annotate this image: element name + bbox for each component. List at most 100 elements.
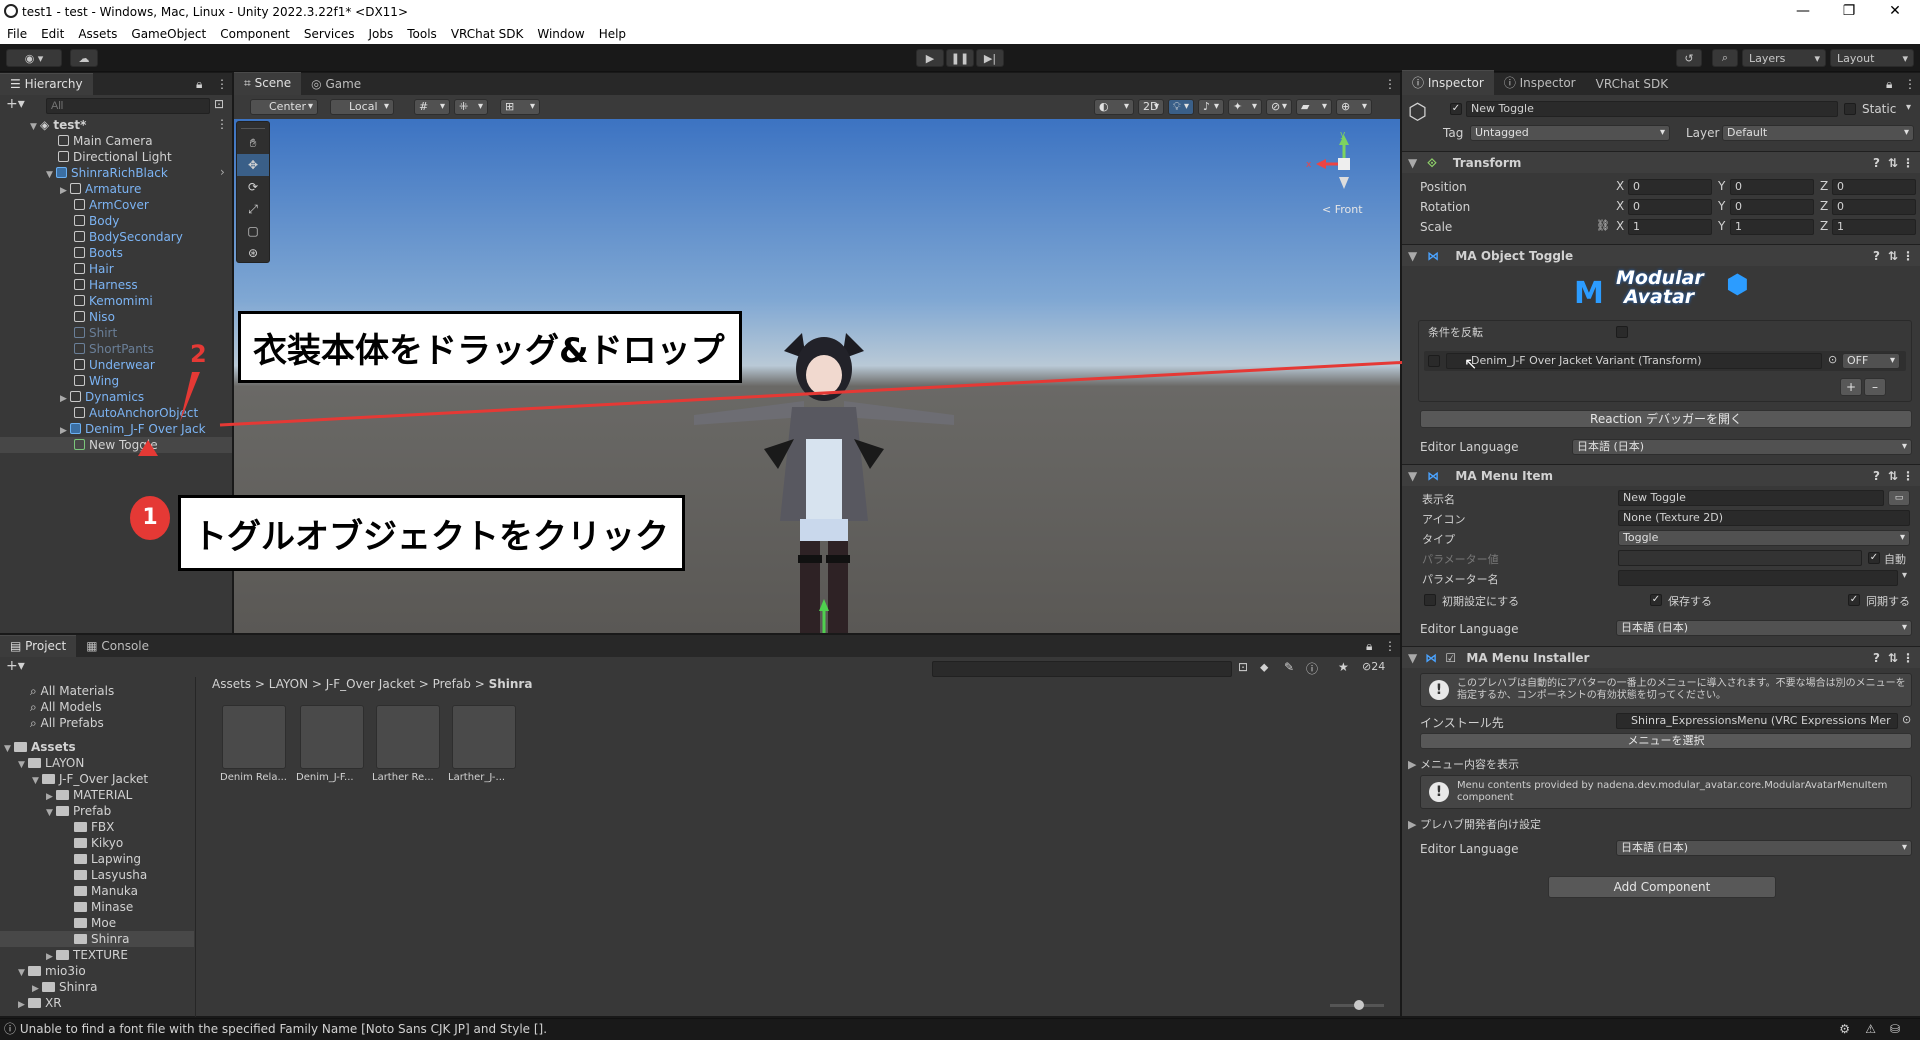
select-menu-button[interactable]: メニューを選択 — [1420, 733, 1912, 749]
layer-dropdown[interactable]: Default — [1722, 125, 1914, 141]
project-search-input[interactable] — [932, 661, 1232, 677]
tree-item[interactable]: ▶ MATERIAL — [46, 787, 132, 803]
breadcrumb-item[interactable]: J-F_Over Jacket — [326, 677, 415, 691]
rotation-y-field[interactable]: 0 — [1730, 199, 1814, 215]
link-scale-icon[interactable]: ⛓ — [1596, 219, 1610, 232]
synced-checkbox[interactable]: ✓ — [1848, 594, 1860, 606]
create-asset-button[interactable]: +▾ — [6, 658, 25, 674]
tree-item[interactable]: ▶ XR — [18, 995, 62, 1011]
tag-icon[interactable]: ✎ — [1284, 660, 1294, 674]
tree-item[interactable]: Kikyo — [74, 835, 123, 851]
tree-item[interactable]: ▶ TEXTURE — [46, 947, 128, 963]
rotation-x-field[interactable]: 0 — [1628, 199, 1712, 215]
search-by-type-icon[interactable]: ⊡ — [1238, 660, 1248, 674]
param-name-field[interactable] — [1618, 570, 1898, 586]
preset-icon[interactable]: ⇅ — [1888, 465, 1898, 487]
editor-language-dropdown[interactable]: 日本語 (日本) — [1572, 439, 1912, 455]
tab-project[interactable]: ▤ Project — [0, 635, 77, 657]
tree-item[interactable]: Lasyusha — [74, 867, 147, 883]
help-icon[interactable]: ? — [1873, 245, 1880, 267]
tree-item-selected[interactable]: Shinra — [0, 931, 194, 947]
object-picker-icon[interactable]: ⊙ — [1828, 353, 1837, 366]
tree-item[interactable]: Minase — [74, 899, 133, 915]
icon-field[interactable]: None (Texture 2D) — [1618, 510, 1910, 526]
object-name-field[interactable]: New Toggle — [1466, 101, 1838, 117]
object-picker-icon[interactable]: ⊙ — [1902, 713, 1911, 726]
auto-generate-lighting-icon[interactable]: ⚙ — [1839, 1019, 1850, 1039]
saved-checkbox[interactable]: ✓ — [1650, 594, 1662, 606]
scale-y-field[interactable]: 1 — [1730, 219, 1814, 235]
tree-item[interactable]: Moe — [74, 915, 116, 931]
toggle-entry-object-field[interactable]: Denim_J-F Over Jacket Variant (Transform… — [1446, 353, 1822, 369]
status-message[interactable]: Unable to find a font file with the spec… — [20, 1022, 547, 1036]
scale-z-field[interactable]: 1 — [1832, 219, 1916, 235]
rotation-z-field[interactable]: 0 — [1832, 199, 1916, 215]
more-icon[interactable]: ⋮ — [1904, 77, 1916, 91]
menu-item-header[interactable]: ▼ ⋈ MA Menu Item ? ⇅ ⋮ — [1402, 464, 1920, 486]
tree-item[interactable]: ▼ mio3io — [18, 963, 86, 979]
preset-icon[interactable]: ⇅ — [1888, 647, 1898, 669]
component-menu-icon[interactable]: ⋮ — [1902, 245, 1914, 267]
static-checkbox[interactable] — [1844, 103, 1856, 115]
tab-inspector[interactable]: ⓘ Inspector — [1402, 70, 1494, 95]
object-toggle-header[interactable]: ▼ ⋈ MA Object Toggle ? ⇅ ⋮ — [1402, 244, 1920, 266]
tab-console[interactable]: ▦ Console — [76, 636, 159, 657]
help-icon[interactable]: ? — [1873, 647, 1880, 669]
help-icon[interactable]: ? — [1873, 152, 1880, 174]
remove-entry-button[interactable]: – — [1864, 378, 1886, 396]
breadcrumb-item[interactable]: Prefab — [433, 677, 471, 691]
component-menu-icon[interactable]: ⋮ — [1902, 647, 1914, 669]
enabled-check-icon[interactable]: ☑ — [1445, 651, 1456, 665]
cache-server-icon[interactable]: ⛁ — [1890, 1019, 1900, 1039]
toggle-state-dropdown[interactable]: OFF — [1842, 353, 1900, 369]
asset-thumbnail[interactable] — [376, 705, 440, 769]
asset-thumbnail[interactable] — [452, 705, 516, 769]
favorite-item[interactable]: ⌕ All Materials — [30, 683, 114, 699]
lock-icon[interactable]: 🔒︎ — [1886, 77, 1892, 92]
static-dropdown-icon[interactable]: ▾ — [1906, 102, 1911, 113]
tree-item[interactable]: FBX — [74, 819, 114, 835]
help-icon[interactable]: ? — [1873, 465, 1880, 487]
show-menu-foldout[interactable]: ▶ メニュー内容を表示 — [1408, 756, 1519, 772]
asset-thumbnail[interactable] — [300, 705, 364, 769]
tag-dropdown[interactable]: Untagged — [1470, 125, 1670, 141]
breadcrumb-item[interactable]: Assets — [212, 677, 251, 691]
tab-vrchat-sdk[interactable]: VRChat SDK — [1586, 74, 1679, 95]
tree-item[interactable]: Manuka — [74, 883, 138, 899]
asset-thumbnail[interactable] — [222, 705, 286, 769]
favorite-item[interactable]: ⌕ All Prefabs — [30, 715, 104, 731]
toggle-entry-checkbox[interactable] — [1428, 355, 1440, 367]
add-entry-button[interactable]: + — [1840, 378, 1862, 396]
lock-icon[interactable]: 🔒︎ — [1366, 639, 1372, 654]
info-icon[interactable]: ⓘ — [1306, 660, 1318, 677]
transform-header[interactable]: ▼ ⟐ Transform ? ⇅ ⋮ — [1402, 151, 1920, 173]
position-z-field[interactable]: 0 — [1832, 179, 1916, 195]
scale-x-field[interactable]: 1 — [1628, 219, 1712, 235]
auto-checkbox[interactable]: ✓ — [1868, 552, 1880, 564]
favorite-item[interactable]: ⌕ All Models — [30, 699, 102, 715]
active-checkbox[interactable]: ✓ — [1450, 103, 1462, 115]
default-checkbox[interactable] — [1424, 594, 1436, 606]
component-menu-icon[interactable]: ⋮ — [1902, 465, 1914, 487]
more-icon[interactable]: ⋮ — [1384, 639, 1396, 653]
install-target-field[interactable]: Shinra_ExpressionsMenu (VRC Expressions … — [1616, 713, 1898, 729]
tree-item[interactable]: ▼ J-F_Over Jacket — [32, 771, 148, 787]
tab-inspector-2[interactable]: ⓘ Inspector — [1494, 71, 1586, 95]
rename-button[interactable]: ▭ — [1888, 490, 1910, 506]
tree-item[interactable]: ▶ Shinra — [32, 979, 97, 995]
chevron-down-icon[interactable]: ▾ — [1902, 570, 1907, 581]
menu-installer-header[interactable]: ▼ ⋈ ☑ MA Menu Installer ? ⇅ ⋮ — [1402, 646, 1920, 668]
bug-report-icon[interactable]: ⚠ — [1865, 1019, 1876, 1039]
type-dropdown[interactable]: Toggle — [1618, 530, 1910, 546]
position-x-field[interactable]: 0 — [1628, 179, 1712, 195]
tree-item[interactable]: Lapwing — [74, 851, 141, 867]
display-name-field[interactable]: New Toggle — [1618, 490, 1884, 506]
hidden-packages-count[interactable]: ⊘24 — [1362, 660, 1385, 673]
search-by-label-icon[interactable]: ⬥ — [1260, 660, 1268, 675]
invert-condition-checkbox[interactable] — [1616, 326, 1628, 338]
tree-item[interactable]: ▼ Prefab — [46, 803, 111, 819]
prefab-dev-foldout[interactable]: ▶ プレハブ開発者向け設定 — [1408, 816, 1541, 832]
tree-item[interactable]: ▼ LAYON — [18, 755, 84, 771]
thumbnail-size-slider-handle[interactable] — [1354, 1000, 1364, 1010]
preset-icon[interactable]: ⇅ — [1888, 245, 1898, 267]
